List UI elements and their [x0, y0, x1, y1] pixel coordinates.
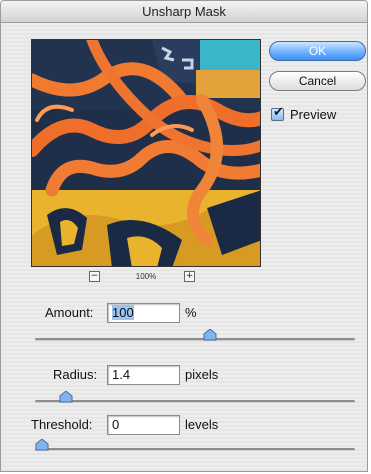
checkbox-box[interactable]: ✔	[271, 105, 284, 121]
amount-unit: %	[185, 305, 197, 320]
preview-label: Preview	[290, 107, 337, 122]
threshold-field[interactable]: 0	[107, 415, 180, 435]
amount-value: 100	[112, 305, 134, 320]
dialog-content: − 100% + OK Cancel ✔ Preview Amount: 100…	[1, 23, 367, 471]
radius-slider[interactable]	[35, 391, 355, 403]
zoom-level: 100%	[135, 272, 157, 281]
zoom-out-button[interactable]: −	[89, 271, 100, 282]
unsharp-mask-dialog: Unsharp Mask − 100% + OK Cancel ✔ Previe…	[0, 0, 368, 472]
checkmark-icon: ✔	[273, 105, 284, 120]
threshold-unit: levels	[185, 417, 219, 432]
radius-label: Radius:	[53, 367, 98, 382]
dialog-title: Unsharp Mask	[1, 1, 367, 23]
amount-label: Amount:	[45, 305, 94, 320]
radius-field[interactable]: 1.4	[107, 365, 180, 385]
cancel-button[interactable]: Cancel	[269, 71, 366, 91]
zoom-controls: − 100% +	[31, 271, 261, 285]
radius-slider-thumb[interactable]	[59, 391, 73, 403]
amount-slider-thumb[interactable]	[203, 329, 217, 341]
threshold-slider[interactable]	[35, 439, 355, 451]
ok-button[interactable]: OK	[269, 41, 366, 61]
zoom-in-button[interactable]: +	[184, 271, 195, 282]
amount-field[interactable]: 100	[107, 303, 180, 323]
radius-unit: pixels	[185, 367, 219, 382]
threshold-slider-thumb[interactable]	[35, 439, 49, 451]
amount-slider[interactable]	[35, 329, 355, 341]
preview-image[interactable]	[31, 39, 261, 267]
preview-artwork	[32, 40, 260, 266]
threshold-label: Threshold:	[31, 417, 93, 432]
